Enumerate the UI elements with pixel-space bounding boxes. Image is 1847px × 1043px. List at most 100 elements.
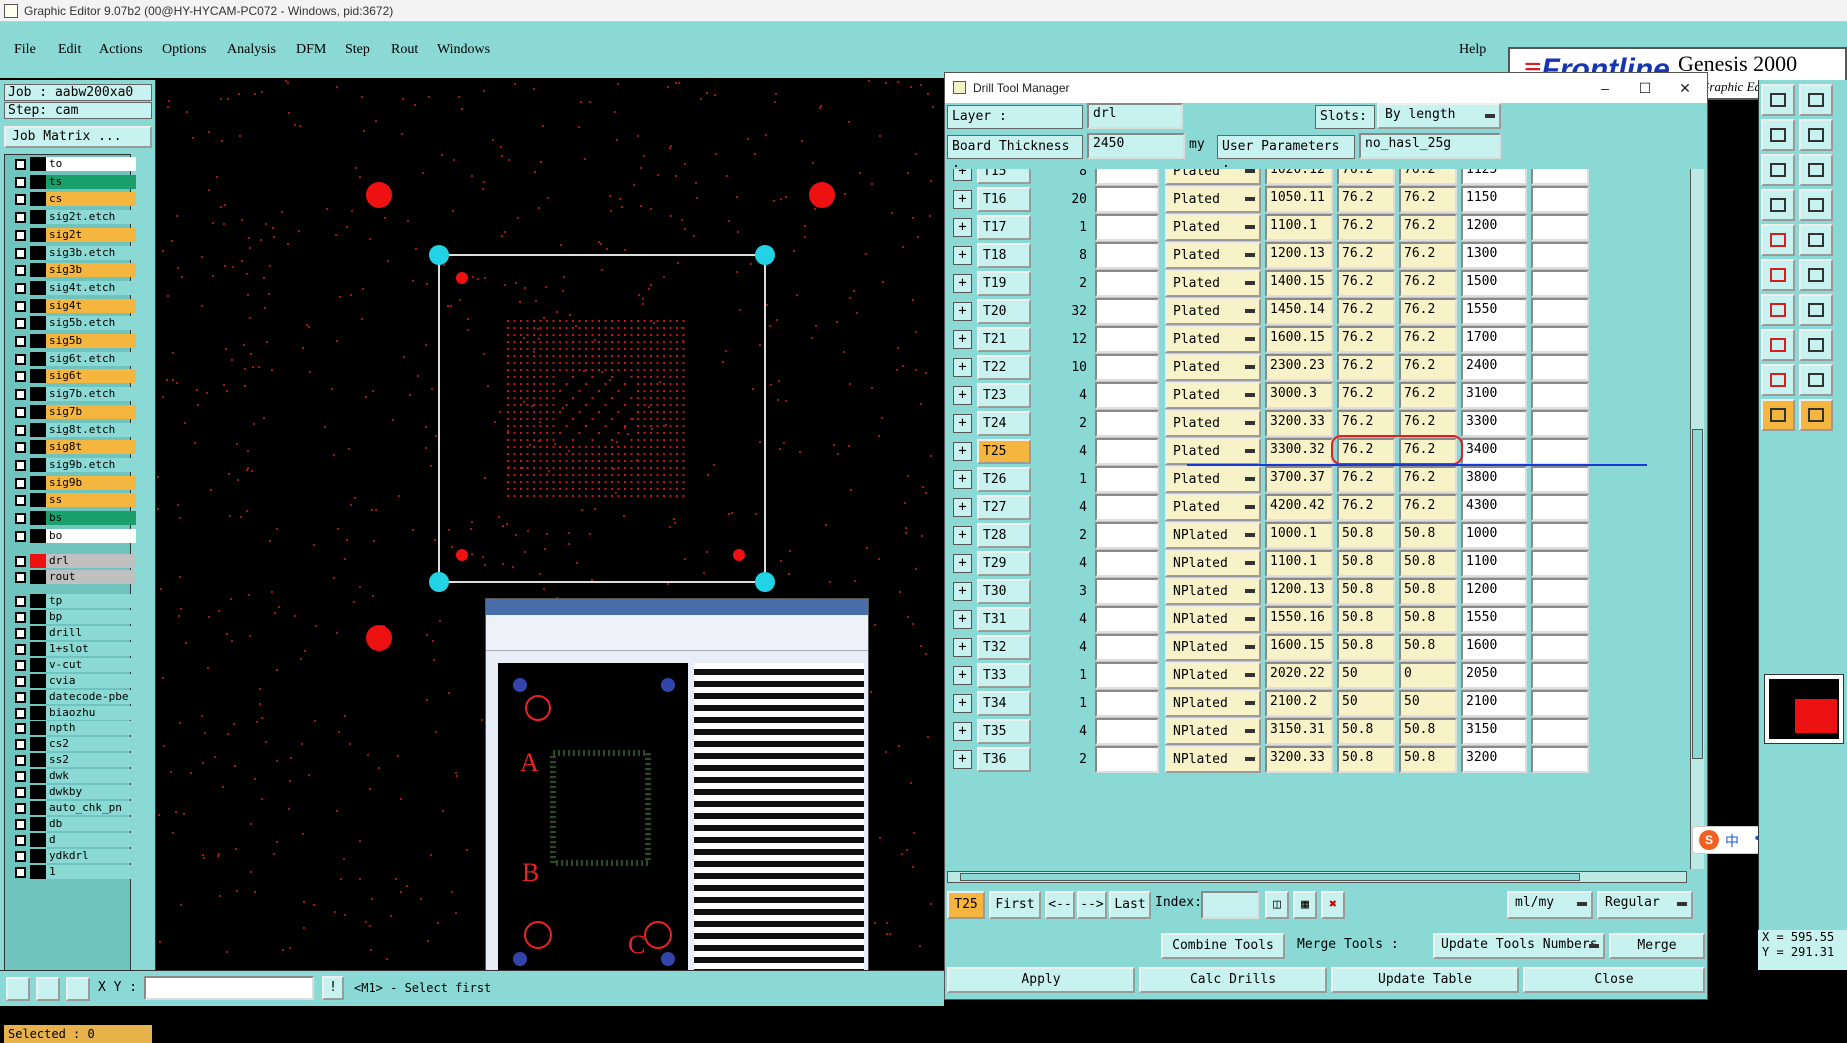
tool-name[interactable]: T19 <box>977 271 1031 296</box>
layer-row[interactable]: tp <box>13 594 136 609</box>
tool-size-input[interactable] <box>1095 634 1159 661</box>
tool-name[interactable]: T35 <box>977 719 1031 744</box>
snap-icon[interactable] <box>1799 189 1833 221</box>
expand-row-button[interactable]: + <box>953 610 972 629</box>
expand-row-button[interactable]: + <box>953 694 972 713</box>
tol-plus-cell[interactable]: 76.2 <box>1337 298 1395 325</box>
tol-plus-cell[interactable]: 76.2 <box>1337 382 1395 409</box>
layer-checkbox[interactable] <box>15 442 26 454</box>
finish-size-cell[interactable]: 1000.1 <box>1265 522 1333 549</box>
layer-row[interactable]: ss <box>13 493 136 508</box>
tool-type-dropdown[interactable]: NPlated <box>1165 746 1261 773</box>
menu-file[interactable]: File <box>14 42 36 58</box>
tool-name[interactable]: T31 <box>977 607 1031 632</box>
layer-row[interactable]: drl <box>13 554 136 569</box>
layer-checkbox[interactable] <box>15 424 26 436</box>
tool-size-input[interactable] <box>1095 578 1159 605</box>
finish-size-cell[interactable]: 1450.14 <box>1265 298 1333 325</box>
tool-name[interactable]: T18 <box>977 243 1031 268</box>
layer-checkbox[interactable] <box>15 739 26 751</box>
layer-row[interactable]: cs2 <box>13 737 136 752</box>
extra-cell[interactable] <box>1531 550 1589 577</box>
tool-type-dropdown[interactable]: NPlated <box>1165 662 1261 689</box>
board-thickness-input[interactable]: 2450 <box>1087 133 1185 159</box>
extra-cell[interactable] <box>1531 382 1589 409</box>
tol-plus-cell[interactable]: 50.8 <box>1337 634 1395 661</box>
expand-row-button[interactable]: + <box>953 498 972 517</box>
drill-size-cell[interactable]: 3300 <box>1461 410 1527 437</box>
tool-name[interactable]: T36 <box>977 747 1031 772</box>
pad-icon[interactable] <box>1761 224 1795 256</box>
finish-size-cell[interactable]: 4200.42 <box>1265 494 1333 521</box>
drill-size-cell[interactable]: 1550 <box>1461 606 1527 633</box>
view-icon-button[interactable]: ◫ <box>1265 891 1289 919</box>
layer-checkbox[interactable] <box>15 691 26 703</box>
tol-plus-cell[interactable]: 76.2 <box>1337 410 1395 437</box>
selection-handle[interactable] <box>429 572 449 592</box>
tool-name[interactable]: T23 <box>977 383 1031 408</box>
finish-size-cell[interactable]: 1400.15 <box>1265 270 1333 297</box>
expand-row-button[interactable]: + <box>953 414 972 433</box>
finish-size-cell[interactable]: 3200.33 <box>1265 746 1333 773</box>
extra-cell[interactable] <box>1531 410 1589 437</box>
finish-size-cell[interactable]: 1050.11 <box>1265 186 1333 213</box>
layer-checkbox[interactable] <box>15 628 26 639</box>
tool-type-dropdown[interactable]: Plated <box>1165 438 1261 465</box>
layer-row[interactable]: sig8t <box>13 440 136 455</box>
tool-name[interactable]: T20 <box>977 299 1031 324</box>
layer-row[interactable]: to <box>13 157 136 171</box>
tol-minus-cell[interactable]: 76.2 <box>1399 298 1457 325</box>
expand-row-button[interactable]: + <box>953 169 972 181</box>
layer-row[interactable]: db <box>13 816 136 831</box>
tool-name[interactable]: T21 <box>977 327 1031 352</box>
extra-cell[interactable] <box>1531 466 1589 493</box>
tool-name[interactable]: T17 <box>977 215 1031 240</box>
index-input[interactable] <box>1201 891 1259 919</box>
tool-name[interactable]: T27 <box>977 495 1031 520</box>
menu-analysis[interactable]: Analysis <box>227 42 276 58</box>
zoom-area-icon[interactable] <box>1761 154 1795 186</box>
finish-size-cell[interactable]: 2100.2 <box>1265 690 1333 717</box>
layer-row[interactable]: sig3b.etch <box>13 245 136 260</box>
drill-size-cell[interactable]: 1000 <box>1461 522 1527 549</box>
tol-plus-cell[interactable]: 50.8 <box>1337 578 1395 605</box>
expand-row-button[interactable]: + <box>953 582 972 601</box>
tool-type-dropdown[interactable]: NPlated <box>1165 634 1261 661</box>
tol-plus-cell[interactable]: 76.2 <box>1337 214 1395 241</box>
alert-button[interactable]: ! <box>322 976 344 1000</box>
tool-name[interactable]: T29 <box>977 551 1031 576</box>
layer-checkbox[interactable] <box>15 477 26 489</box>
tool-name[interactable]: T33 <box>977 663 1031 688</box>
selection-handle[interactable] <box>755 245 775 265</box>
tool-size-input[interactable] <box>1095 746 1159 773</box>
tool-size-input[interactable] <box>1095 662 1159 689</box>
drill-size-cell[interactable]: 2400 <box>1461 354 1527 381</box>
layer-row[interactable]: bs <box>13 511 136 525</box>
tol-minus-cell[interactable]: 76.2 <box>1399 494 1457 521</box>
expand-row-button[interactable]: + <box>953 274 972 293</box>
finish-size-cell[interactable]: 1550.16 <box>1265 606 1333 633</box>
layer-checkbox[interactable] <box>15 818 26 830</box>
combine-tools-button[interactable]: Combine Tools <box>1161 933 1285 959</box>
finish-size-cell[interactable]: 3300.32 <box>1265 438 1333 465</box>
extra-cell[interactable] <box>1531 438 1589 465</box>
drill-size-cell[interactable]: 1700 <box>1461 326 1527 353</box>
tol-minus-cell[interactable]: 76.2 <box>1399 382 1457 409</box>
expand-row-button[interactable]: + <box>953 526 972 545</box>
drill-size-cell[interactable]: 1500 <box>1461 270 1527 297</box>
layer-checkbox[interactable] <box>15 707 26 719</box>
layer-checkbox[interactable] <box>15 596 26 608</box>
extra-cell[interactable] <box>1531 522 1589 549</box>
layer-row[interactable]: sig2t <box>13 227 136 242</box>
finish-size-cell[interactable]: 3700.37 <box>1265 466 1333 493</box>
line-icon[interactable] <box>1761 294 1795 326</box>
menu-actions[interactable]: Actions <box>99 42 143 58</box>
first-button[interactable]: First <box>989 891 1041 919</box>
layer-checkbox[interactable] <box>15 755 26 767</box>
expand-row-button[interactable]: + <box>953 722 972 741</box>
select-icon[interactable] <box>1799 399 1833 431</box>
tol-plus-cell[interactable]: 50.8 <box>1337 606 1395 633</box>
drill-size-cell[interactable]: 2050 <box>1461 662 1527 689</box>
extra-cell[interactable] <box>1531 690 1589 717</box>
tol-plus-cell[interactable]: 50.8 <box>1337 718 1395 745</box>
